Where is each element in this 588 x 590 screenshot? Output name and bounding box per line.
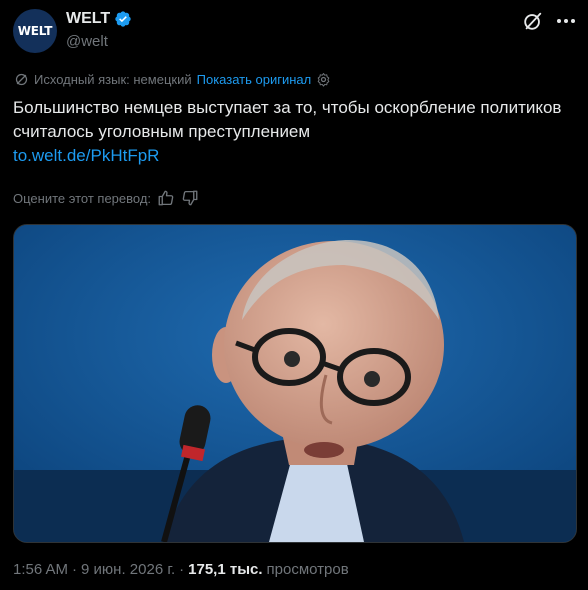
avatar-logo-text: WELT [17, 24, 53, 38]
show-original-link[interactable]: Показать оригинал [197, 72, 312, 87]
views-label: просмотров [266, 561, 349, 578]
translation-notice: Исходный язык: немецкий Показать оригина… [14, 72, 331, 87]
tweet-time[interactable]: 1:56 AM [13, 561, 68, 578]
more-icon[interactable] [556, 14, 576, 28]
thumbs-up-icon[interactable] [157, 189, 175, 207]
tweet-link[interactable]: to.welt.de/PkHtFpR [13, 144, 573, 168]
thumbs-down-icon[interactable] [181, 189, 199, 207]
tweet-text: Большинство немцев выступает за то, чтоб… [13, 96, 573, 168]
rate-translation-label: Оцените этот перевод: [13, 190, 152, 206]
meta-separator: · [179, 561, 185, 578]
portrait-illustration [14, 225, 576, 542]
grok-icon[interactable] [522, 10, 544, 32]
tweet-date[interactable]: 9 июн. 2026 г. [81, 561, 175, 578]
source-language-label: Исходный язык: немецкий [34, 72, 192, 87]
tweet-body: Большинство немцев выступает за то, чтоб… [13, 98, 562, 141]
meta-separator: · [72, 561, 78, 578]
tweet-photo[interactable] [13, 224, 577, 543]
verified-badge-icon [115, 11, 131, 27]
views-count: 175,1 тыс. [188, 561, 263, 578]
gear-icon[interactable] [316, 72, 331, 87]
translate-icon [15, 73, 28, 86]
account-name-label: WELT [66, 10, 111, 27]
tweet-meta: 1:56 AM · 9 июн. 2026 г. · 175,1 тыс. пр… [13, 561, 349, 578]
account-handle[interactable]: @welt [66, 33, 108, 50]
avatar[interactable]: WELT [13, 9, 57, 53]
account-name[interactable]: WELT [66, 10, 132, 28]
rate-translation: Оцените этот перевод: [13, 189, 199, 207]
